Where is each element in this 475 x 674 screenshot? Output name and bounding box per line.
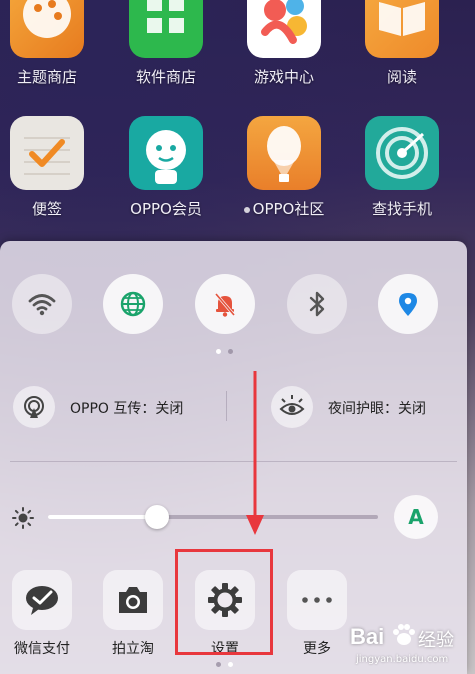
watermark-url: jingyan.baidu.com — [356, 654, 449, 665]
annotation-arrow — [246, 371, 264, 535]
auto-brightness-label: A — [408, 505, 424, 529]
more-icon — [302, 597, 332, 603]
highlight-box — [175, 549, 273, 655]
wifi-icon — [28, 294, 56, 316]
eye-care-button[interactable] — [271, 386, 313, 428]
app-label: OPPO社区 — [234, 198, 334, 219]
app-game-center[interactable]: 游戏中心 — [234, 0, 334, 87]
page-dot-active — [216, 349, 221, 354]
status-divider — [226, 391, 227, 421]
app-oppo-community[interactable]: OPPO社区 — [234, 116, 334, 219]
app-label: 查找手机 — [371, 200, 432, 218]
toggle-silent-mode[interactable] — [195, 274, 255, 334]
shortcut-pailitao[interactable] — [103, 570, 163, 630]
shortcut-wechat-pay[interactable] — [12, 570, 72, 630]
watermark-suffix: 经验 — [418, 630, 454, 651]
toggle-wifi[interactable] — [12, 274, 72, 334]
app-label: 游戏中心 — [253, 68, 314, 86]
brightness-slider-thumb[interactable] — [144, 505, 169, 529]
page-dot — [228, 349, 233, 354]
app-notes[interactable]: 便签 — [0, 116, 97, 219]
app-label: OPPO会员 — [130, 200, 202, 218]
app-theme-store[interactable]: 主题商店 — [0, 0, 97, 87]
shortcut-more[interactable] — [287, 570, 347, 630]
oppo-share-button[interactable] — [13, 386, 55, 428]
share-signal-icon — [24, 396, 44, 418]
grid-apps-icon — [129, 0, 203, 58]
paw-icon — [393, 624, 415, 645]
watermark-brand: Bai — [350, 624, 385, 649]
notification-dot — [243, 206, 250, 213]
app-label: 主题商店 — [16, 68, 77, 86]
oppo-share-status: OPPO 互传：关闭 — [70, 401, 184, 417]
camera-icon — [119, 587, 147, 613]
app-label: 便签 — [31, 200, 62, 218]
page-dot-active — [228, 662, 233, 667]
location-pin-icon — [399, 293, 417, 316]
app-label: 软件商店 — [135, 68, 196, 86]
notepad-check-icon — [10, 116, 84, 190]
book-icon — [365, 0, 439, 58]
eye-sun-icon — [279, 395, 305, 415]
page-dot — [216, 662, 221, 667]
brightness-slider-fill — [48, 515, 157, 519]
app-find-phone[interactable]: 查找手机 — [352, 116, 452, 219]
globe-icon — [120, 291, 146, 317]
toggle-mobile-data[interactable] — [103, 274, 163, 334]
toggle-location[interactable] — [378, 274, 438, 334]
brightness-sun-icon — [12, 507, 34, 529]
toggle-page-indicator — [216, 349, 233, 354]
wechat-pay-icon — [26, 586, 58, 615]
app-oppo-member[interactable]: OPPO会员 — [116, 116, 216, 219]
section-divider — [10, 461, 457, 462]
bell-muted-icon — [214, 293, 236, 317]
app-reading[interactable]: 阅读 — [352, 0, 452, 87]
app-software-store[interactable]: 软件商店 — [116, 0, 216, 87]
control-center-panel: OPPO 互传：关闭 夜间护眼：关闭 A 微信支付 拍立淘 设置 更多 — [0, 241, 467, 674]
eye-care-status: 夜间护眼：关闭 — [328, 401, 426, 417]
robot-mascot-icon — [129, 116, 203, 190]
app-label-text: OPPO社区 — [252, 200, 325, 218]
shortcut-label: 拍立淘 — [112, 641, 154, 657]
brightness-slider[interactable] — [48, 505, 378, 529]
palette-icon — [10, 0, 84, 58]
hot-air-balloon-icon — [247, 116, 321, 190]
shortcut-label: 更多 — [303, 641, 331, 657]
baidu-jingyan-watermark: Bai 经验 jingyan.baidu.com — [350, 620, 475, 674]
radar-target-icon — [365, 116, 439, 190]
bluetooth-icon — [309, 291, 325, 317]
pinwheel-icon — [247, 0, 321, 58]
toggle-bluetooth[interactable] — [287, 274, 347, 334]
shortcut-page-indicator — [216, 662, 233, 667]
shortcut-label: 微信支付 — [14, 641, 70, 657]
app-label: 阅读 — [386, 68, 417, 86]
auto-brightness-button[interactable]: A — [394, 495, 438, 539]
